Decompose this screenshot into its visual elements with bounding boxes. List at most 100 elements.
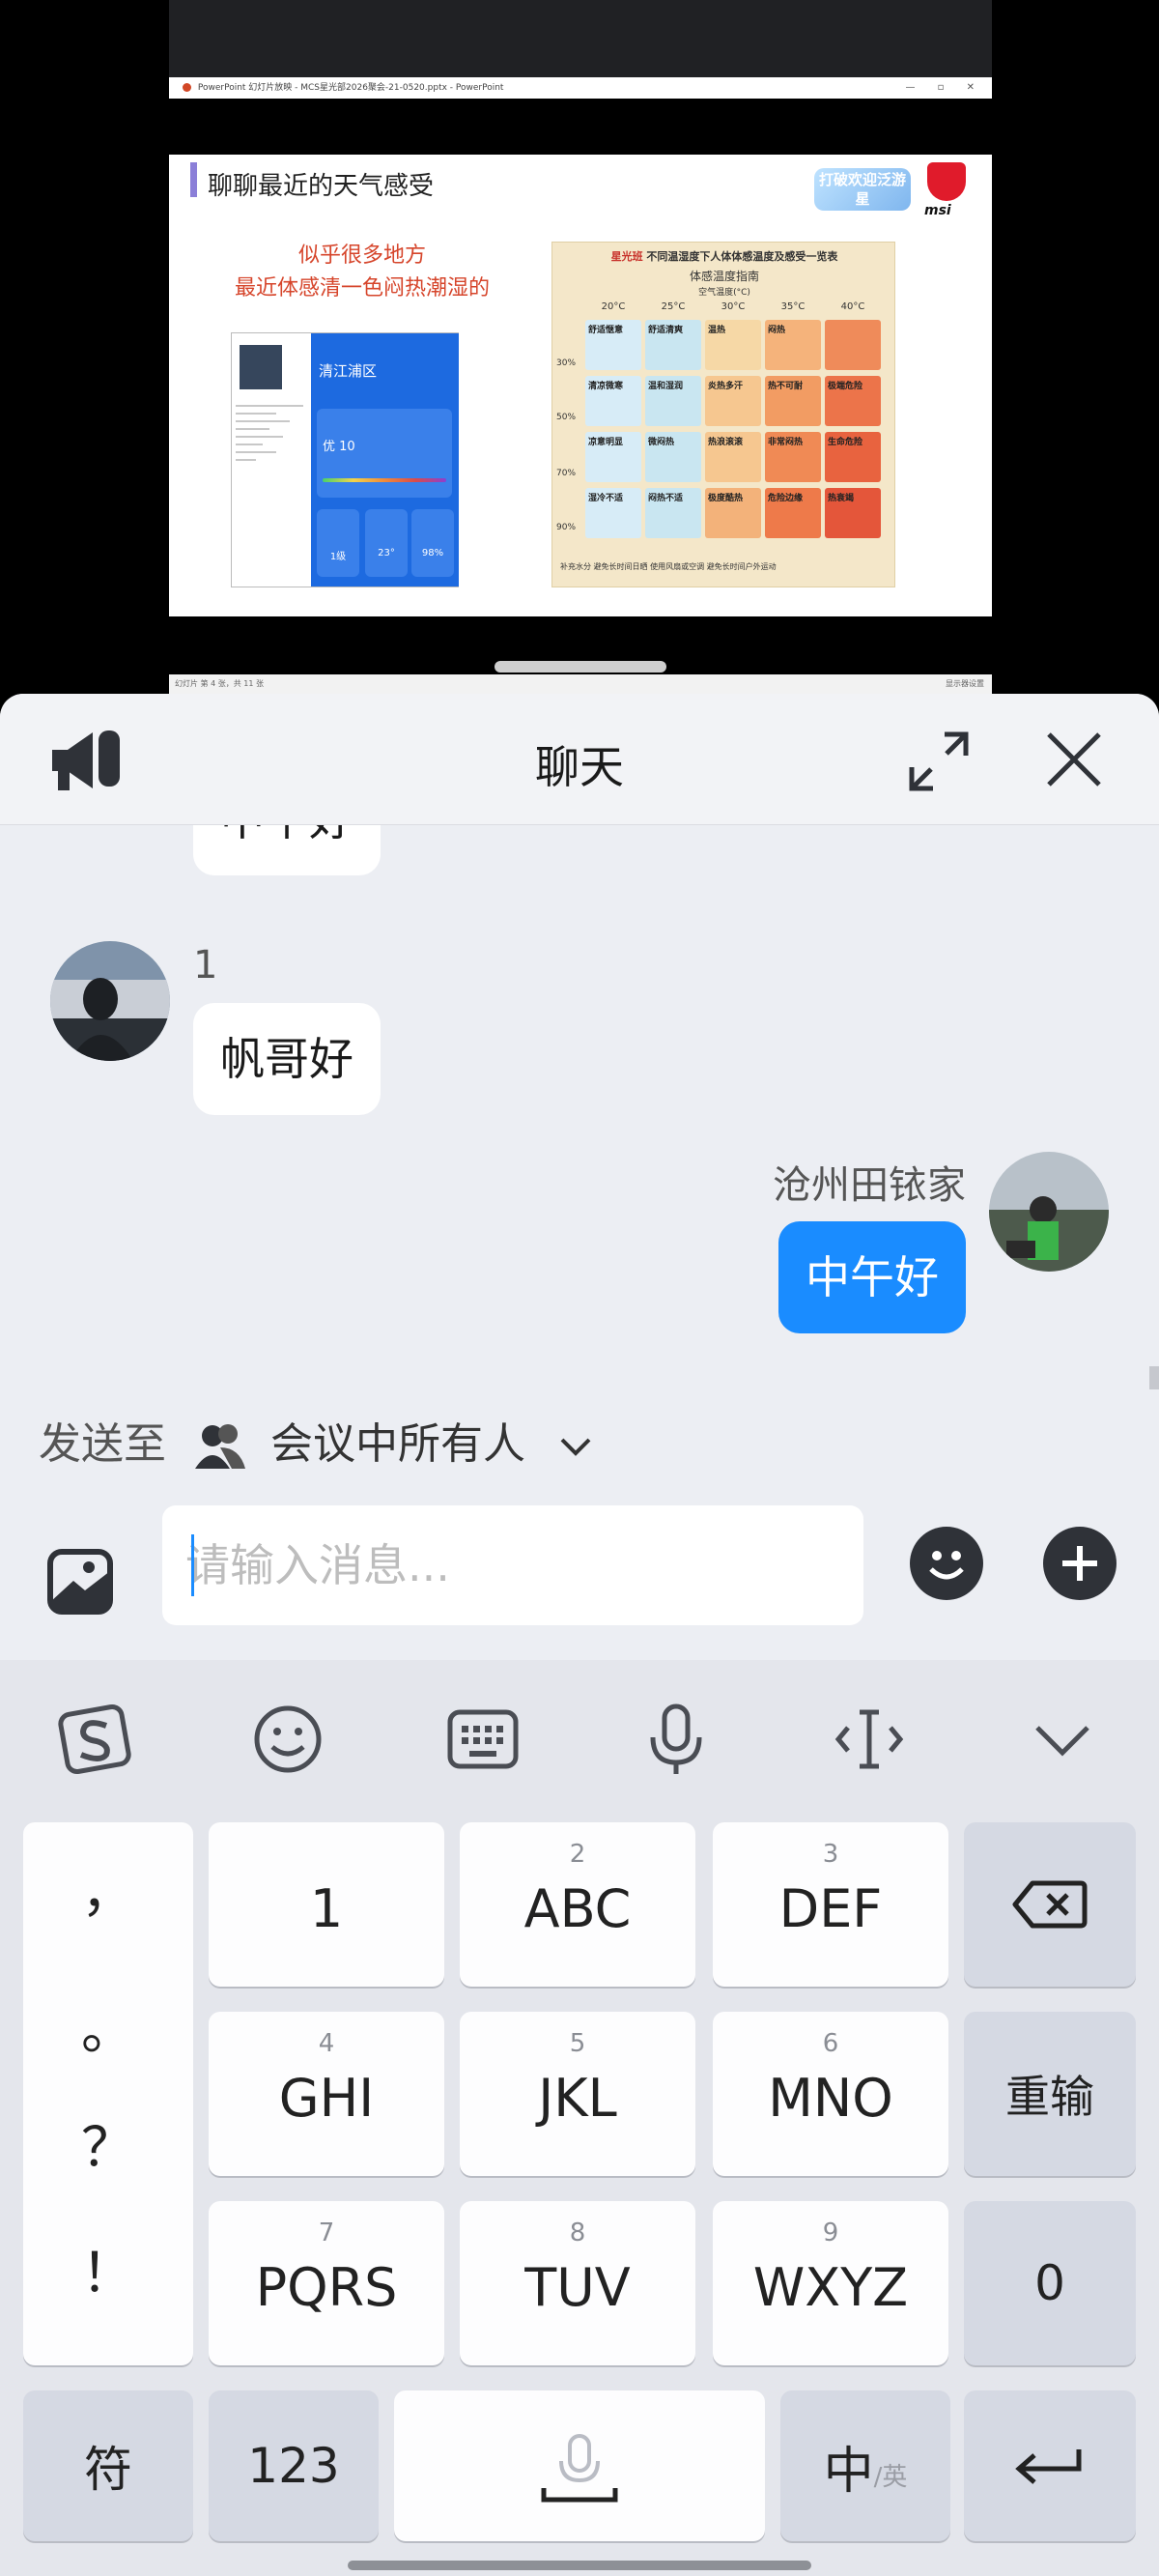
- key-pqrs[interactable]: 7 PQRS: [209, 2201, 444, 2365]
- table-cell: 极端危险: [825, 376, 881, 426]
- symbols-key[interactable]: 符: [23, 2390, 193, 2541]
- row-label: 70%: [556, 469, 577, 478]
- table-cell: 温和湿润: [645, 376, 701, 426]
- table-cell: 极度酷热: [705, 488, 761, 538]
- message-bubble[interactable]: 帆哥好: [193, 1003, 381, 1115]
- table-cell: 非常闷热: [765, 432, 821, 482]
- message-input[interactable]: [162, 1505, 863, 1625]
- send-to-selector[interactable]: 发送至 会议中所有人: [39, 1411, 595, 1478]
- people-icon: [195, 1424, 245, 1469]
- key-1[interactable]: 1: [209, 1822, 444, 1987]
- aqi-gradient: [323, 478, 446, 482]
- key-def[interactable]: 3 DEF: [713, 1822, 948, 1987]
- table-grid: 20°C 舒适惬意 清凉微寒 凉意明显 湿冷不适 25°C 舒适清爽 温和湿润 …: [583, 299, 887, 542]
- more-button[interactable]: [1043, 1527, 1117, 1600]
- message-list[interactable]: 中午好 1 帆哥好 沧州田铱家 中午好: [0, 825, 1159, 1389]
- punct-question-key[interactable]: ？: [23, 2104, 193, 2183]
- sender-name: 1: [193, 943, 218, 987]
- table-footer: 补充水分 避免长时间日晒 使用风扇或空调 避免长时间户外运动: [560, 562, 777, 571]
- weather-area: 清江浦区: [319, 362, 378, 380]
- key-wxyz[interactable]: 9 WXYZ: [713, 2201, 948, 2365]
- language-toggle-key[interactable]: 中 /英: [780, 2390, 950, 2541]
- emoji-button[interactable]: [910, 1527, 983, 1600]
- space-key[interactable]: [394, 2390, 765, 2541]
- ppt-statusbar: 幻灯片 第 4 张，共 11 张 显示器设置: [169, 674, 992, 694]
- table-cell: 危险边缘: [765, 488, 821, 538]
- aqi-card: 优 10: [317, 409, 452, 498]
- message-bubble-own[interactable]: 中午好: [778, 1221, 966, 1333]
- enter-icon: [1015, 2449, 1082, 2484]
- composer: [0, 1498, 1159, 1660]
- window-controls: — ▫ ✕: [905, 82, 984, 93]
- key-label: WXYZ: [752, 2257, 909, 2318]
- key-label: TUV: [524, 2257, 631, 2318]
- numbers-key[interactable]: 123: [209, 2390, 379, 2541]
- send-to-target: 会议中所有人: [270, 1419, 525, 1469]
- key-jkl[interactable]: 5 JKL: [460, 2012, 695, 2176]
- slide-caption: 似乎很多地方 最近体感清一色闷热潮湿的: [217, 240, 507, 305]
- slide-title: 聊聊最近的天气感受: [208, 172, 435, 201]
- ppt-titlebar: PowerPoint 幻灯片放映 - MCS星光部2026聚会-21-0520.…: [169, 77, 992, 99]
- punctuation-column[interactable]: ， 。 ？ ！: [23, 1822, 193, 2365]
- punct-period-key[interactable]: 。: [23, 1987, 193, 2065]
- table-cell: [825, 320, 881, 370]
- key-abc[interactable]: 2 ABC: [460, 1822, 695, 1987]
- key-label: MNO: [768, 2068, 893, 2129]
- row-label: 90%: [556, 523, 577, 532]
- collapse-keyboard-icon[interactable]: [1024, 1701, 1101, 1778]
- reset-key[interactable]: 重输: [964, 2012, 1136, 2176]
- message-bubble[interactable]: 中午好: [193, 825, 381, 875]
- table-col-20: 20°C 舒适惬意 清凉微寒 凉意明显 湿冷不适: [583, 299, 643, 542]
- key-num: 5: [569, 2029, 586, 2058]
- table-header: 星光班 不同温湿度下人体体感温度及感受一览表: [560, 248, 889, 264]
- home-indicator[interactable]: [348, 2561, 811, 2570]
- key-label: ABC: [523, 1878, 632, 1939]
- col-header: 20°C: [601, 301, 626, 312]
- weather-panel: 清江浦区 优 10 1级 23° 98%: [311, 333, 459, 587]
- cursor-move-icon[interactable]: [831, 1701, 908, 1778]
- aqi-value: 优 10: [323, 440, 355, 454]
- table-axis-label: 空气温度(°C): [698, 288, 750, 298]
- key-tuv[interactable]: 8 TUV: [460, 2201, 695, 2365]
- sogou-logo-icon[interactable]: [56, 1701, 133, 1778]
- chat-header: 聊天: [0, 694, 1159, 825]
- chat-title: 聊天: [535, 741, 624, 793]
- heat-index-table: 星光班 不同温湿度下人体体感温度及感受一览表 体感温度指南 空气温度(°C) 3…: [551, 242, 895, 587]
- table-cell: 闷热不适: [645, 488, 701, 538]
- key-label: DEF: [778, 1878, 883, 1939]
- key-ghi[interactable]: 4 GHI: [209, 2012, 444, 2176]
- close-icon[interactable]: [1043, 729, 1105, 790]
- slide-letterbox-top: [169, 99, 992, 155]
- keyboard-layout-icon[interactable]: [444, 1701, 522, 1778]
- table-cell: 湿冷不适: [585, 488, 641, 538]
- table-subtitle: 体感温度指南: [689, 270, 759, 283]
- microphone-icon[interactable]: [637, 1701, 715, 1778]
- table-cell: 热衰竭: [825, 488, 881, 538]
- punct-exclaim-key[interactable]: ！: [23, 2230, 193, 2308]
- display-settings[interactable]: 显示器设置: [946, 674, 984, 694]
- table-cell: 热不可耐: [765, 376, 821, 426]
- key-num: 9: [822, 2218, 839, 2247]
- slide-title-accent: [190, 162, 197, 197]
- backspace-key[interactable]: [964, 1822, 1136, 1987]
- avatar[interactable]: [989, 1152, 1109, 1272]
- key-0[interactable]: 0: [964, 2201, 1136, 2365]
- table-title: 不同温湿度下人体体感温度及感受一览表: [646, 250, 838, 263]
- screenshot-thumbnail: [240, 345, 282, 389]
- screenshot-chat-list: [236, 341, 309, 583]
- key-mno[interactable]: 6 MNO: [713, 2012, 948, 2176]
- image-icon[interactable]: [46, 1548, 114, 1616]
- slideshow-scrollbar[interactable]: [495, 661, 666, 673]
- punct-comma-key[interactable]: ，: [23, 1849, 193, 1928]
- message-scrollbar[interactable]: [1149, 1366, 1159, 1389]
- msi-brand: msi: [924, 203, 951, 218]
- emoji-icon[interactable]: [249, 1701, 326, 1778]
- expand-icon[interactable]: [908, 730, 970, 792]
- table-col-40: 40°C 极端危险 生命危险 热衰竭: [823, 299, 883, 542]
- event-badge: 打破欢迎泛游星: [814, 168, 911, 211]
- key-label: PQRS: [255, 2257, 398, 2318]
- weather-app-screenshot: 清江浦区 优 10 1级 23° 98%: [231, 332, 459, 587]
- key-label: GHI: [278, 2068, 375, 2129]
- avatar[interactable]: [50, 941, 170, 1061]
- enter-key[interactable]: [964, 2390, 1136, 2541]
